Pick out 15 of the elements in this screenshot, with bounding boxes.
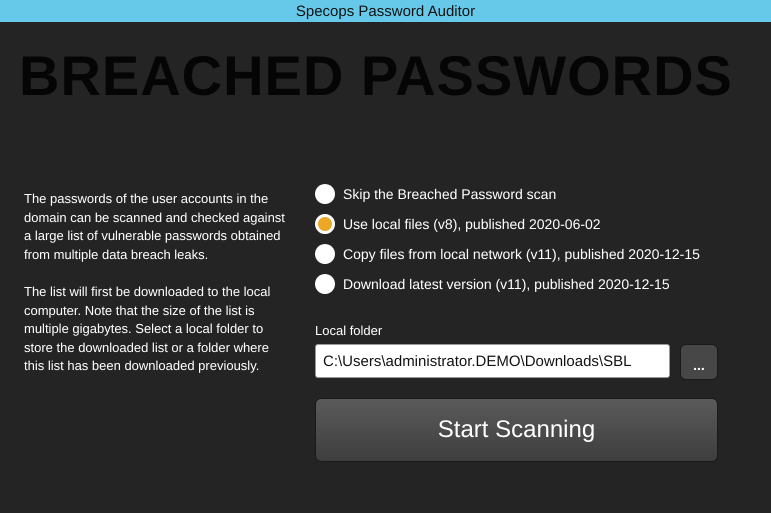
folder-field[interactable]: C:\Users\administrator.DEMO\Downloads\SBL bbox=[315, 344, 670, 378]
description-text: The passwords of the user accounts in the domain can be scanned and checked against a large list of vulnerable passwords obtained from multiple data breach leaks. bbox=[24, 190, 286, 264]
option-label[interactable]: Use local files (v8), published 2020-06-02 bbox=[343, 216, 601, 232]
option-label[interactable]: Download latest version (v11), published 2020-12-15 bbox=[343, 276, 670, 292]
description-text: The list will first be downloaded to the local computer. Note that the size of the list is multiple gigabytes. Select a local folder to store the downloaded list or a folder where this list has been downloaded previously. bbox=[24, 283, 272, 375]
radio-button[interactable] bbox=[315, 244, 335, 264]
radio-button[interactable] bbox=[315, 214, 335, 234]
radio-button[interactable] bbox=[315, 274, 335, 294]
browse-button[interactable]: ... bbox=[680, 344, 718, 380]
window-title: Specops Password Auditor bbox=[296, 2, 476, 20]
radio-button[interactable] bbox=[315, 184, 335, 204]
option-label[interactable]: Copy files from local network (v11), published 2020-12-15 bbox=[343, 246, 700, 262]
option-label[interactable]: Skip the Breached Password scan bbox=[343, 186, 556, 202]
start-scanning-button[interactable]: Start Scanning bbox=[315, 398, 718, 462]
field-label: Local folder bbox=[315, 323, 382, 338]
